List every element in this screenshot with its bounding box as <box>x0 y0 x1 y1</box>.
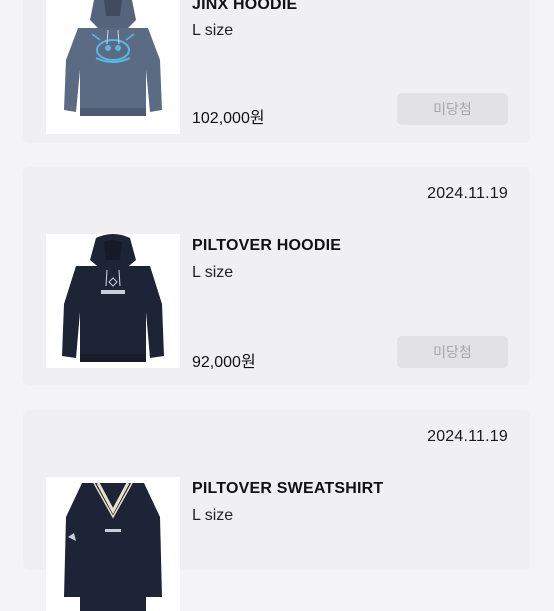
product-name: PILTOVER SWEATSHIRT <box>192 480 384 497</box>
product-image[interactable] <box>46 477 180 611</box>
product-option: L size <box>192 22 234 39</box>
order-date: 2024.11.19 <box>427 428 508 445</box>
product-price: 92,000원 <box>192 354 256 371</box>
product-option: L size <box>192 264 234 281</box>
product-price: 102,000원 <box>192 110 265 127</box>
order-card[interactable]: 2024.11.19 PILTOVER SWEATSHIRT L size <box>23 410 530 611</box>
product-name: JINX HOODIE <box>192 0 298 13</box>
product-name: PILTOVER HOODIE <box>192 237 342 254</box>
order-card[interactable]: JINX HOODIE L size 102,000원 미당첨 <box>23 0 530 143</box>
status-button[interactable]: 미당첨 <box>397 336 508 368</box>
piltover-sweatshirt-image-icon <box>64 482 162 611</box>
jinx-hoodie-image-icon <box>64 0 162 116</box>
order-card[interactable]: 2024.11.19 PILTOVER HOODIE L size 92,000… <box>23 167 530 385</box>
piltover-hoodie-image-icon <box>62 234 164 362</box>
order-date: 2024.11.19 <box>427 185 508 202</box>
product-option: L size <box>192 507 234 524</box>
product-image[interactable] <box>46 0 180 134</box>
product-image[interactable] <box>46 234 180 368</box>
status-button[interactable]: 미당첨 <box>397 93 508 125</box>
